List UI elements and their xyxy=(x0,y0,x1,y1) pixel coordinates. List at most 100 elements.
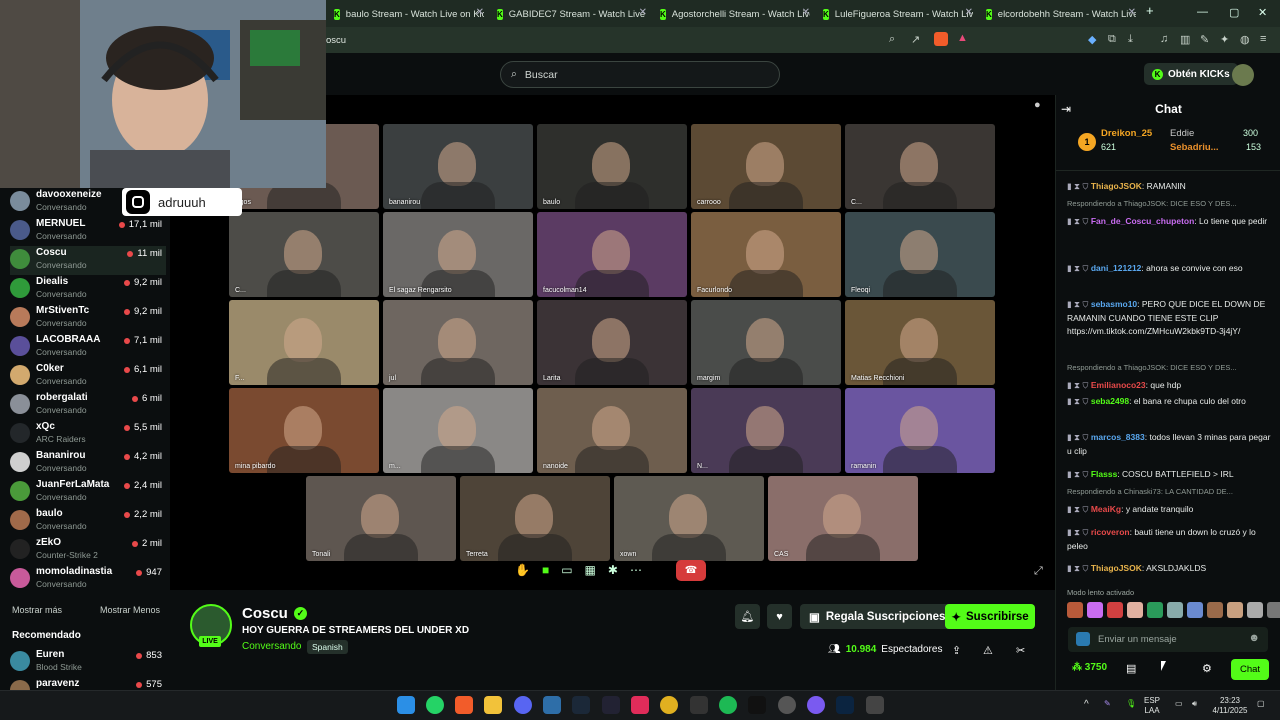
sidebar-channel[interactable]: Bananirou Conversando 4,2 mil xyxy=(10,449,166,478)
chat-input[interactable]: Enviar un mensaje ☻ xyxy=(1068,627,1268,652)
close-tab-icon[interactable]: ✕ xyxy=(965,7,973,18)
screen-share-icon[interactable]: ▭ xyxy=(561,563,572,577)
participant-tile[interactable]: N... xyxy=(691,388,841,473)
minimize-button[interactable]: — xyxy=(1197,6,1208,18)
sidebar-channel[interactable]: Coscu Conversando 11 mil xyxy=(10,246,166,275)
raise-hand-icon[interactable]: ✋ xyxy=(515,563,530,577)
store-icon[interactable]: ▤ xyxy=(1126,662,1136,675)
participant-tile[interactable]: ramanin xyxy=(845,388,995,473)
steam-icon[interactable] xyxy=(572,696,590,714)
download-icon[interactable]: ⤓ xyxy=(1128,33,1133,46)
volume-icon[interactable]: 🔊︎ xyxy=(1192,699,1197,709)
emote-icon[interactable] xyxy=(1207,602,1223,618)
settings-icon[interactable]: ⚙ xyxy=(1202,662,1212,675)
reply-context[interactable]: Respondiendo a Chinaski73: LA CANTIDAD D… xyxy=(1067,487,1272,496)
vpn-icon[interactable]: ◍ xyxy=(1240,33,1250,46)
hang-up-button[interactable]: ☎ xyxy=(676,560,706,581)
participant-tile[interactable]: margim xyxy=(691,300,841,385)
share-icon[interactable]: ↗ xyxy=(911,33,920,46)
streamer-name[interactable]: Coscu ✓ xyxy=(242,605,307,622)
mod-actions-icon[interactable]: ▮ ⧗ ⛉ xyxy=(1067,396,1091,406)
mod-actions-icon[interactable]: ▮ ⧗ ⛉ xyxy=(1067,181,1091,191)
notifications-icon[interactable]: ▢ xyxy=(1257,699,1265,709)
sidebar-channel[interactable]: zEkO Counter-Strike 2 2 mil xyxy=(10,536,166,565)
participant-tile[interactable]: facucolman14 xyxy=(537,212,687,297)
discord-icon[interactable] xyxy=(514,696,532,714)
get-kicks-button[interactable]: K Obtén KICKs xyxy=(1144,63,1238,85)
clock[interactable]: 23:23 4/11/2025 xyxy=(1210,696,1250,716)
photos-icon[interactable] xyxy=(543,696,561,714)
wallet-icon[interactable]: ✎ xyxy=(1200,33,1209,46)
puzzle-icon[interactable]: ✦ xyxy=(1220,33,1229,46)
maximize-button[interactable]: ▢ xyxy=(1229,6,1239,19)
url-text[interactable]: oscu xyxy=(326,35,346,46)
app-icon[interactable] xyxy=(866,696,884,714)
emote-icon[interactable] xyxy=(1187,602,1203,618)
file-explorer-icon[interactable] xyxy=(484,696,502,714)
report-icon[interactable]: ⚠ xyxy=(983,644,993,657)
effects-icon[interactable]: ✱ xyxy=(608,563,618,577)
participant-tile[interactable]: baulo xyxy=(537,124,687,209)
emote-icon[interactable] xyxy=(1247,602,1263,618)
emoji-icon[interactable]: ☻ xyxy=(1248,632,1260,644)
fullscreen-icon[interactable]: ⤢ xyxy=(1034,565,1043,578)
sidebar-channel[interactable]: Diealis Conversando 9,2 mil xyxy=(10,275,166,304)
participant-tile[interactable]: C... xyxy=(845,124,995,209)
close-tab-icon[interactable]: ✕ xyxy=(802,7,810,18)
user-avatar[interactable] xyxy=(1232,64,1254,86)
keyboard-language[interactable]: ESP LAA xyxy=(1144,696,1160,716)
mod-actions-icon[interactable]: ▮ ⧗ ⛉ xyxy=(1067,563,1091,573)
participant-tile[interactable]: xown xyxy=(614,476,764,561)
language-tag[interactable]: Spanish xyxy=(307,640,348,654)
emote-icon[interactable] xyxy=(1227,602,1243,618)
mod-actions-icon[interactable]: ▮ ⧗ ⛉ xyxy=(1067,504,1091,514)
sidebar-icon[interactable]: ▥ xyxy=(1180,33,1190,46)
stream-category[interactable]: Conversando xyxy=(242,641,301,652)
show-more-button[interactable]: Mostrar más xyxy=(12,605,62,615)
participant-tile[interactable]: Terreta xyxy=(460,476,610,561)
app-icon[interactable] xyxy=(602,696,620,714)
browser-tab[interactable]: KAgostorchelli Stream - Watch Live on✕ xyxy=(660,4,810,24)
recommended-channel[interactable]: Euren Blood Strike 853 xyxy=(10,648,166,677)
close-tab-icon[interactable]: ✕ xyxy=(639,7,647,18)
menu-icon[interactable]: ≡ xyxy=(1260,33,1266,45)
participant-tile[interactable]: Facurlondo xyxy=(691,212,841,297)
participant-tile[interactable]: CAS xyxy=(768,476,918,561)
chat-username[interactable]: Emilianoco23 xyxy=(1091,380,1146,390)
emote-icon[interactable] xyxy=(1107,602,1123,618)
sidebar-channel[interactable]: momoladinastia Conversando 947 xyxy=(10,565,166,594)
chat-username[interactable]: ThiagoJSOK xyxy=(1091,563,1142,573)
tiktok-live-icon[interactable] xyxy=(631,696,649,714)
show-less-button[interactable]: Mostrar Menos xyxy=(100,605,160,615)
close-window-button[interactable]: ✕ xyxy=(1258,6,1267,19)
participant-tile[interactable]: m... xyxy=(383,388,533,473)
brave-icon[interactable] xyxy=(455,696,473,714)
mod-actions-icon[interactable]: ▮ ⧗ ⛉ xyxy=(1067,216,1091,226)
notifications-button[interactable]: 🔔︎ xyxy=(735,604,760,629)
mod-actions-icon[interactable]: ▮ ⧗ ⛉ xyxy=(1067,469,1091,479)
participant-tile[interactable]: carrooo xyxy=(691,124,841,209)
participant-tile[interactable]: Tonali xyxy=(306,476,456,561)
search-input[interactable]: ⌕ Buscar xyxy=(500,61,780,88)
emote-icon[interactable] xyxy=(1267,602,1280,618)
whatsapp-icon[interactable] xyxy=(426,696,444,714)
new-tab-button[interactable]: + xyxy=(1146,3,1154,18)
mod-actions-icon[interactable]: ▮ ⧗ ⛉ xyxy=(1067,299,1091,309)
browser-tab[interactable]: Kbaulo Stream - Watch Live on Kick ✕ xyxy=(334,4,484,24)
obs-icon[interactable] xyxy=(778,696,796,714)
close-tab-icon[interactable]: ✕ xyxy=(476,7,484,18)
mod-actions-icon[interactable]: ▮ ⧗ ⛉ xyxy=(1067,263,1091,273)
sidebar-channel[interactable]: MERNUEL Conversando 17,1 mil xyxy=(10,217,166,246)
more-options-icon[interactable]: ⋯ xyxy=(630,563,642,577)
participant-tile[interactable]: mina pibardo xyxy=(229,388,379,473)
camera-icon[interactable]: ■ xyxy=(542,563,549,577)
participant-tile[interactable]: Larita xyxy=(537,300,687,385)
channel-points[interactable]: ⁂ 3750 xyxy=(1072,662,1107,673)
emote-icon[interactable] xyxy=(1067,602,1083,618)
brave-shield-icon[interactable] xyxy=(934,32,948,46)
sidebar-channel[interactable]: robergalati Conversando 6 mil xyxy=(10,391,166,420)
reply-context[interactable]: Respondiendo a ThiagoJSOK: DICE ESO Y DE… xyxy=(1067,363,1272,372)
share-icon[interactable]: ⇪ xyxy=(952,644,961,657)
participant-tile[interactable]: El sagaz Rengarsito xyxy=(383,212,533,297)
sidebar-channel[interactable]: baulo Conversando 2,2 mil xyxy=(10,507,166,536)
